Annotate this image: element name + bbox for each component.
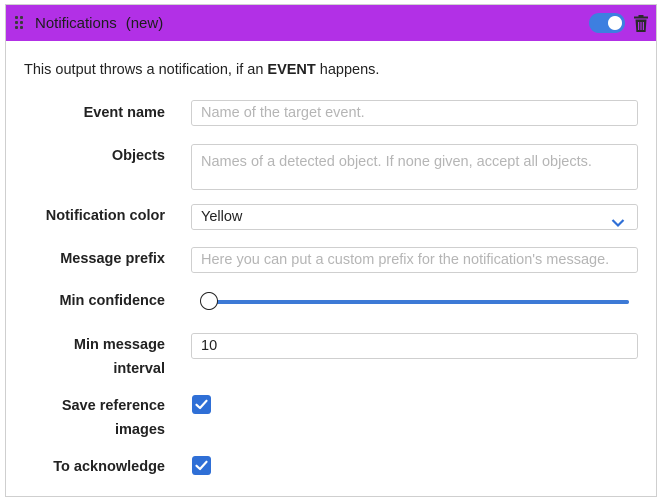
message-prefix-label: Message prefix	[60, 251, 165, 267]
panel-header: Notifications (new)	[6, 5, 656, 41]
description-text: This output throws a notification, if an…	[24, 62, 380, 78]
panel-title: Notifications	[35, 14, 117, 32]
save-reference-images-checkbox[interactable]	[192, 395, 211, 414]
notification-color-label: Notification color	[45, 208, 165, 224]
event-name-label: Event name	[83, 105, 165, 121]
new-badge: (new)	[125, 14, 164, 32]
min-confidence-slider-thumb[interactable]	[200, 292, 218, 310]
objects-input[interactable]	[191, 144, 638, 190]
chevron-down-icon	[611, 212, 625, 228]
trash-icon[interactable]	[634, 14, 648, 32]
min-message-interval-label-line1: Min message	[73, 337, 165, 353]
min-confidence-slider-track[interactable]	[209, 300, 629, 304]
check-icon	[195, 399, 208, 410]
min-confidence-label: Min confidence	[59, 293, 165, 309]
to-acknowledge-label: To acknowledge	[53, 459, 165, 475]
drag-handle-icon[interactable]	[15, 15, 27, 31]
save-reference-images-label-line2: images	[115, 422, 165, 438]
notification-color-value: Yellow	[201, 209, 243, 225]
enable-toggle[interactable]	[589, 13, 625, 33]
notification-color-select[interactable]: Yellow	[191, 204, 638, 230]
to-acknowledge-checkbox[interactable]	[192, 456, 211, 475]
event-keyword: EVENT	[267, 62, 316, 78]
event-name-input[interactable]	[191, 100, 638, 126]
min-message-interval-input[interactable]	[191, 333, 638, 359]
min-message-interval-label-line2: interval	[113, 361, 165, 377]
check-icon	[195, 460, 208, 471]
save-reference-images-label-line1: Save reference	[61, 398, 165, 414]
message-prefix-input[interactable]	[191, 247, 638, 273]
notifications-panel: Notifications (new) This output throws a…	[5, 4, 657, 497]
objects-label: Objects	[111, 148, 165, 164]
